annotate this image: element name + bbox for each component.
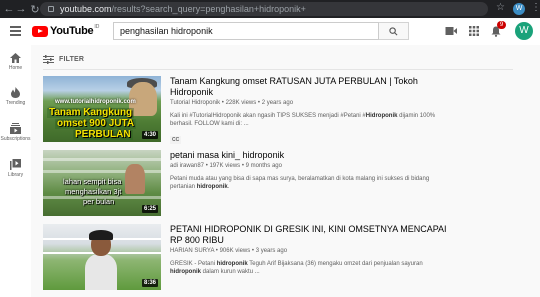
sidebar-item-subscriptions[interactable]: Subscriptions bbox=[0, 123, 31, 142]
thumbnail-caption: lahan sempit bisa bbox=[63, 177, 122, 186]
filter-button[interactable]: FILTER bbox=[43, 55, 84, 64]
video-description: Petani muda atau yang bisa di sapa mas s… bbox=[170, 175, 450, 191]
trending-icon bbox=[11, 87, 20, 98]
thumbnail-caption: menghasilkan 3jt bbox=[65, 187, 122, 196]
filter-divider bbox=[43, 69, 513, 70]
mini-guide-sidebar: Home Trending Subscriptions Library bbox=[0, 45, 31, 297]
video-meta: PETANI HIDROPONIK DI GRESIK INI, KINI OM… bbox=[170, 224, 450, 276]
description-highlight: Hidroponik bbox=[365, 113, 398, 119]
sidebar-item-label: Home bbox=[8, 65, 23, 71]
forward-arrow-icon[interactable]: → bbox=[15, 3, 27, 15]
browser-toolbar: ← → ↻ youtube.com/results?search_query=p… bbox=[0, 0, 540, 18]
bookmark-star-icon[interactable]: ☆ bbox=[496, 2, 505, 13]
view-count: 228K views bbox=[225, 100, 257, 106]
description-highlight: hidroponik bbox=[196, 184, 228, 190]
youtube-header: YouTube ID penghasilan hidroponik 9 W bbox=[0, 18, 540, 45]
video-duration: 8:36 bbox=[141, 279, 158, 287]
description-highlight: hidroponik bbox=[170, 269, 201, 275]
lock-icon bbox=[48, 6, 54, 12]
description-text: Teguh Arif Bijaksana (36) mengaku omzet … bbox=[247, 261, 423, 267]
video-result[interactable]: lahan sempit bisa menghasilkan 3jt per b… bbox=[43, 150, 523, 220]
youtube-play-icon bbox=[32, 25, 48, 37]
channel-name[interactable]: Tutorial Hidroponik bbox=[170, 100, 220, 106]
video-thumbnail[interactable]: 8:36 bbox=[43, 224, 161, 290]
view-count: 197K views bbox=[209, 163, 241, 169]
video-description: Kali ini #TutorialHidroponik akan ngasih… bbox=[170, 112, 450, 128]
url-path: /results?search_query=penghasilan+hidrop… bbox=[111, 4, 306, 14]
upload-age: 2 years ago bbox=[261, 100, 294, 106]
sidebar-item-label: Trending bbox=[5, 100, 26, 106]
channel-name[interactable]: HARIAN SURYA bbox=[170, 248, 214, 254]
home-icon bbox=[10, 53, 21, 63]
filter-sliders-icon bbox=[43, 55, 54, 64]
sidebar-item-home[interactable]: Home bbox=[0, 53, 31, 71]
video-title[interactable]: PETANI HIDROPONIK DI GRESIK INI, KINI OM… bbox=[170, 224, 450, 246]
sidebar-item-label: Subscriptions bbox=[0, 136, 31, 142]
channel-name[interactable]: adi irawan87 bbox=[170, 163, 204, 169]
video-duration: 6:25 bbox=[141, 205, 158, 213]
description-text: dalam kurun waktu ... bbox=[201, 269, 260, 275]
video-thumbnail[interactable]: www.tutorialhidroponik.com Tanam Kangkun… bbox=[43, 76, 161, 142]
upload-age: 3 years ago bbox=[255, 248, 288, 254]
video-subline: Tutorial Hidroponik • 228K views • 2 yea… bbox=[170, 100, 294, 106]
video-result[interactable]: 8:36 PETANI HIDROPONIK DI GRESIK INI, KI… bbox=[43, 224, 523, 294]
thumbnail-pipe-row bbox=[43, 158, 161, 161]
create-video-icon[interactable] bbox=[445, 26, 457, 36]
logo-region: ID bbox=[94, 24, 100, 30]
video-thumbnail[interactable]: lahan sempit bisa menghasilkan 3jt per b… bbox=[43, 150, 161, 216]
video-subline: adi irawan87 • 197K views • 9 months ago bbox=[170, 163, 282, 169]
search-button[interactable] bbox=[379, 22, 409, 40]
upload-age: 9 months ago bbox=[245, 163, 282, 169]
hamburger-menu-icon[interactable] bbox=[10, 26, 21, 36]
notification-count-badge: 9 bbox=[497, 21, 506, 29]
closed-captions-badge: CC bbox=[170, 136, 182, 144]
thumbnail-figure-hair bbox=[89, 230, 113, 240]
thumbnail-url-text: www.tutorialhidroponik.com bbox=[55, 99, 136, 105]
video-title[interactable]: Tanam Kangkung omset RATUSAN JUTA PERBUL… bbox=[170, 76, 450, 98]
subscriptions-icon bbox=[10, 123, 21, 134]
video-title[interactable]: petani masa kini_ hidroponik bbox=[170, 150, 450, 161]
video-meta: petani masa kini_ hidroponik adi irawan8… bbox=[170, 150, 450, 191]
sidebar-item-label: Library bbox=[7, 172, 24, 178]
thumbnail-caption: omset 900 JUTA bbox=[55, 118, 137, 129]
thumbnail-figure bbox=[125, 164, 145, 194]
video-duration: 4:30 bbox=[141, 131, 158, 139]
video-meta: Tanam Kangkung omset RATUSAN JUTA PERBUL… bbox=[170, 76, 450, 146]
browser-menu-icon[interactable]: ⋮ bbox=[531, 2, 540, 13]
logo-wordmark: YouTube bbox=[50, 25, 94, 37]
thumbnail-caption: PERBULAN bbox=[73, 129, 133, 140]
browser-profile-avatar[interactable]: W bbox=[513, 3, 525, 15]
search-icon bbox=[389, 27, 398, 36]
filter-label: FILTER bbox=[59, 56, 85, 63]
description-text: . bbox=[227, 184, 230, 190]
video-subline: HARIAN SURYA • 906K views • 3 years ago bbox=[170, 248, 288, 254]
description-highlight: hidroponik bbox=[216, 261, 248, 267]
description-text: GRESIK - Petani bbox=[170, 261, 217, 267]
thumbnail-caption: Tanam Kangkung bbox=[47, 107, 135, 118]
view-count: 906K views bbox=[219, 248, 251, 254]
apps-grid-icon[interactable] bbox=[469, 26, 479, 36]
thumbnail-caption: per bulan bbox=[83, 197, 115, 206]
description-text: Kali ini #TutorialHidroponik akan ngasih… bbox=[170, 113, 366, 119]
sidebar-item-trending[interactable]: Trending bbox=[0, 87, 31, 106]
video-result[interactable]: www.tutorialhidroponik.com Tanam Kangkun… bbox=[43, 76, 523, 146]
address-bar[interactable]: youtube.com/results?search_query=penghas… bbox=[40, 2, 488, 16]
search-input[interactable]: penghasilan hidroponik bbox=[113, 22, 379, 40]
sidebar-item-library[interactable]: Library bbox=[0, 159, 31, 178]
library-icon bbox=[10, 159, 21, 170]
back-arrow-icon[interactable]: ← bbox=[3, 3, 15, 15]
account-avatar[interactable]: W bbox=[515, 22, 533, 40]
video-description: GRESIK - Petani hidroponik Teguh Arif Bi… bbox=[170, 260, 450, 276]
url-host: youtube.com bbox=[60, 4, 112, 14]
thumbnail-figure bbox=[85, 254, 117, 290]
youtube-logo[interactable]: YouTube ID bbox=[32, 24, 100, 37]
